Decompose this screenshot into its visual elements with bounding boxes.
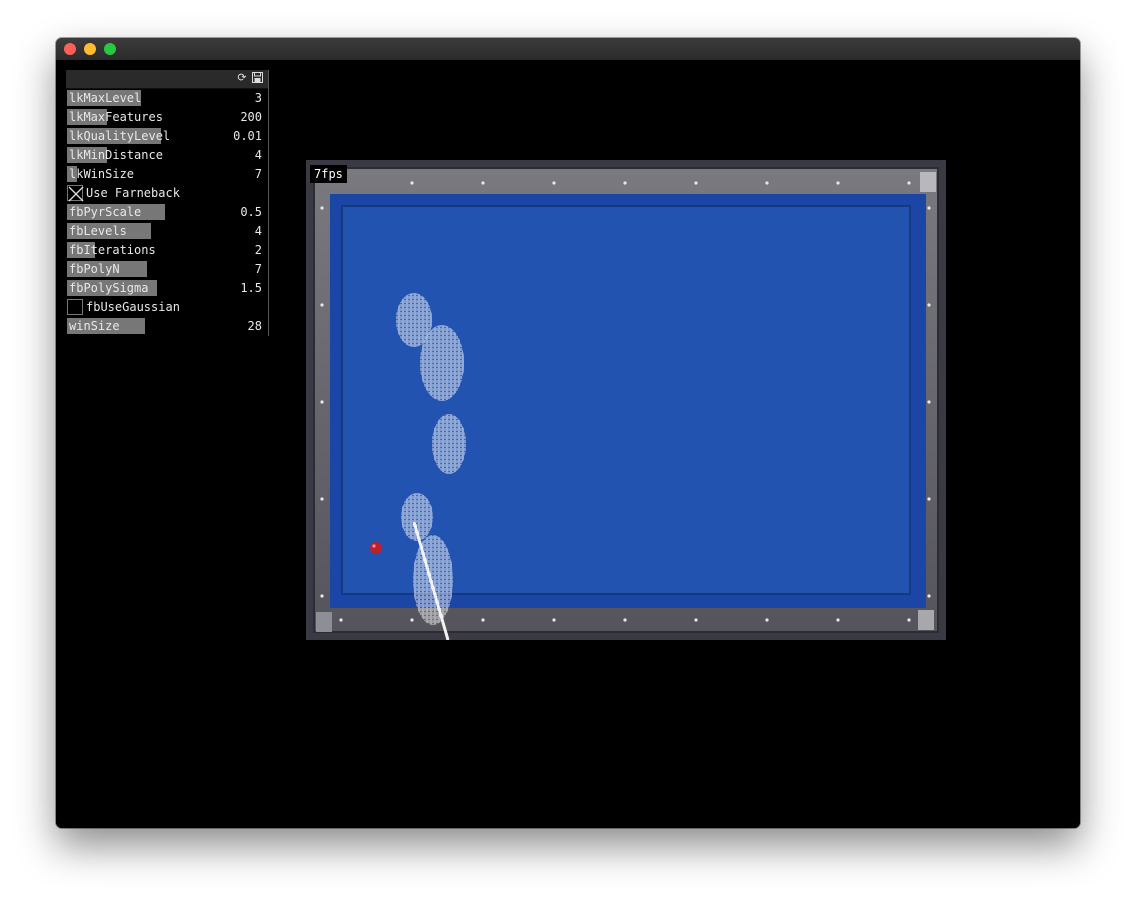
slider-value: 7	[254, 262, 262, 276]
slider-lkMinDistance[interactable]: lkMinDistance 4	[66, 146, 268, 165]
slider-lkWinSize[interactable]: lkWinSize 7	[66, 165, 268, 184]
slider-value: 7	[254, 167, 262, 181]
slider-label: fbLevels	[69, 224, 127, 238]
slider-value: 1.5	[240, 281, 262, 295]
use-farneback-checkbox[interactable]	[67, 185, 84, 202]
canvas-area: ⟳ lkMaxLevel 3 lkMaxFeatures 200 lkQualityLe…	[56, 60, 1080, 828]
slider-label: fbPyrScale	[69, 205, 142, 219]
reload-icon[interactable]: ⟳	[236, 72, 248, 84]
slider-lkQualityLevel[interactable]: lkQualityLevel 0.01	[66, 127, 268, 146]
slider-value: 0.5	[240, 205, 262, 219]
red-ball	[370, 542, 382, 554]
fps-label: 7fps	[310, 165, 347, 183]
slider-value: 2	[254, 243, 262, 257]
slider-winSize[interactable]: winSize 28	[66, 317, 268, 336]
table-cloth	[341, 205, 911, 595]
slider-lkMaxFeatures[interactable]: lkMaxFeatures 200	[66, 108, 268, 127]
slider-value: 4	[254, 148, 262, 162]
slider-label: lkWinSize	[69, 167, 135, 181]
gui-panel: ⟳ lkMaxLevel 3 lkMaxFeatures 200 lkQualityLe…	[66, 70, 269, 336]
title-bar	[56, 38, 1080, 61]
fb-use-gaussian-checkbox[interactable]	[67, 299, 83, 315]
app-window: ⟳ lkMaxLevel 3 lkMaxFeatures 200 lkQualityLe…	[56, 38, 1080, 828]
slider-lkMaxLevel[interactable]: lkMaxLevel 3	[66, 89, 268, 108]
slider-label: lkMinDistance	[69, 148, 163, 162]
close-window-button[interactable]	[64, 43, 76, 55]
slider-value: 28	[247, 319, 262, 333]
minimize-window-button[interactable]	[84, 43, 96, 55]
slider-value: 200	[240, 110, 262, 124]
slider-label: fbPolyN	[69, 262, 120, 276]
slider-label: lkMaxFeatures	[69, 110, 163, 124]
use-farneback-toggle[interactable]: Use Farneback	[66, 184, 268, 203]
billiard-table-view	[306, 160, 946, 640]
slider-fbPolySigma[interactable]: fbPolySigma 1.5	[66, 279, 268, 298]
slider-fbPyrScale[interactable]: fbPyrScale 0.5	[66, 203, 268, 222]
save-icon[interactable]	[251, 72, 263, 84]
slider-label: lkMaxLevel	[69, 91, 142, 105]
corner-block-bottom-right	[918, 610, 934, 630]
slider-label: fbPolySigma	[69, 281, 149, 295]
slider-value: 4	[254, 224, 262, 238]
video-frame: 7fps	[306, 160, 946, 640]
fb-use-gaussian-label: fbUseGaussian	[86, 300, 180, 314]
maximize-window-button[interactable]	[104, 43, 116, 55]
slider-value: 0.01	[233, 129, 262, 143]
slider-fbLevels[interactable]: fbLevels 4	[66, 222, 268, 241]
fb-use-gaussian-toggle[interactable]: fbUseGaussian	[66, 298, 268, 317]
slider-value: 3	[254, 91, 262, 105]
slider-fbPolyN[interactable]: fbPolyN 7	[66, 260, 268, 279]
slider-label: winSize	[69, 319, 120, 333]
corner-block-bottom-left	[316, 612, 332, 632]
slider-label: fbIterations	[69, 243, 156, 257]
use-farneback-label: Use Farneback	[86, 186, 180, 200]
corner-block-top-right	[920, 172, 936, 192]
slider-fbIterations[interactable]: fbIterations 2	[66, 241, 268, 260]
panel-header[interactable]: ⟳	[66, 70, 268, 89]
slider-label: lkQualityLevel	[69, 129, 171, 143]
